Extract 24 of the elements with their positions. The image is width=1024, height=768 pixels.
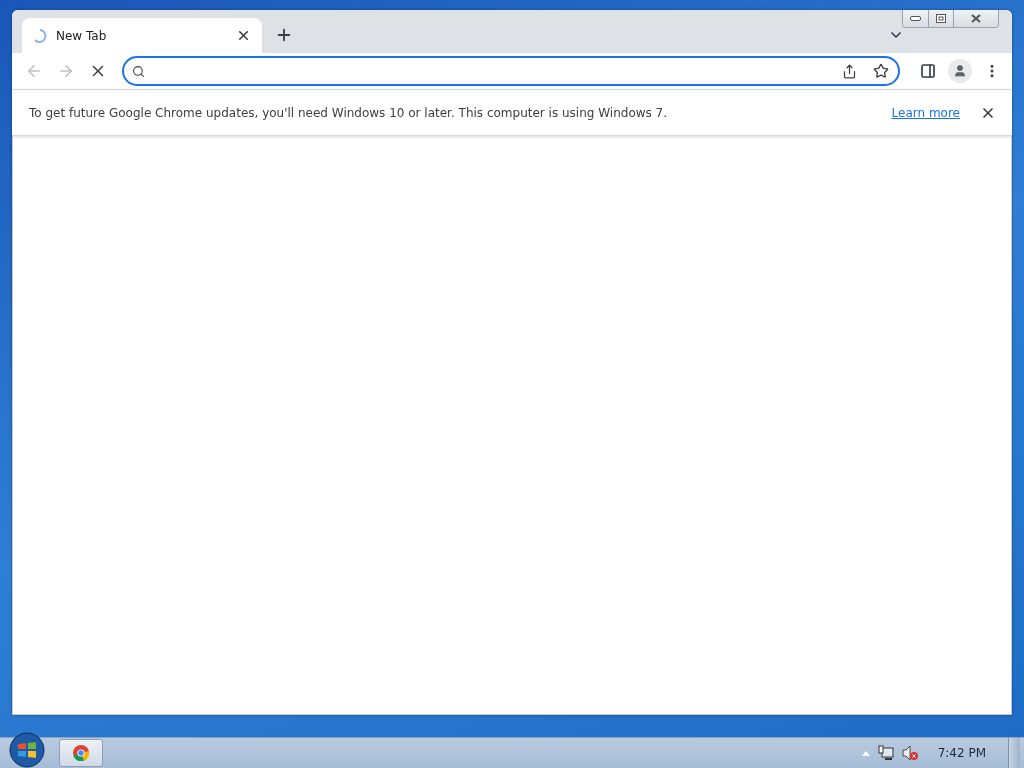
close-icon: [971, 14, 981, 23]
search-icon: [132, 64, 145, 78]
plus-icon: [275, 26, 293, 44]
clock[interactable]: 7:42 PM: [937, 746, 986, 760]
infobar-message: To get future Google Chrome updates, you'll need Windows 10 or later. This computer is using Windows 7.: [29, 105, 669, 120]
loading-spinner-icon: [32, 27, 48, 44]
maximize-icon: [936, 14, 946, 23]
share-icon: [841, 63, 857, 79]
forward-arrow-icon: [57, 62, 75, 80]
network-icon[interactable]: [877, 745, 894, 761]
side-panel-icon: [920, 63, 936, 79]
learn-more-link[interactable]: Learn more: [891, 105, 960, 120]
start-button[interactable]: [9, 732, 45, 768]
minimize-icon: [910, 16, 921, 21]
browser-logo-icon: [72, 744, 90, 762]
muted-speaker-icon[interactable]: [901, 745, 918, 761]
browser-tab[interactable]: New Tab: [22, 18, 262, 53]
taskbar-browser-button[interactable]: [59, 739, 103, 767]
maximize-button[interactable]: [928, 10, 953, 27]
address-bar[interactable]: [122, 56, 900, 86]
close-window-button[interactable]: [953, 10, 998, 27]
minimize-button[interactable]: [903, 10, 928, 27]
star-icon: [873, 63, 889, 79]
tab-title: New Tab: [56, 28, 108, 43]
